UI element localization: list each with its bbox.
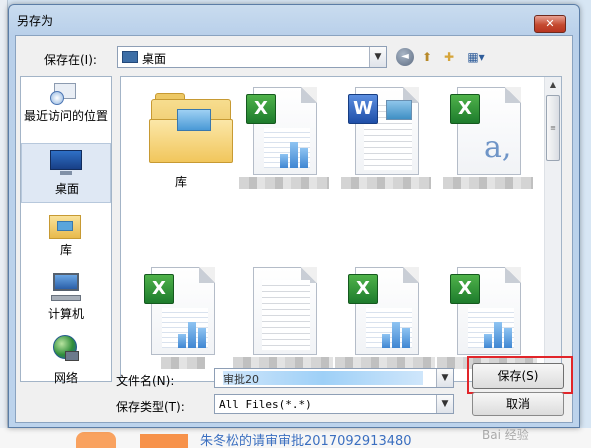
vertical-scrollbar[interactable]: ▲ ≡ ▼ [544,77,561,381]
background-avatar [76,432,116,448]
file-label-redacted [161,357,205,369]
close-icon: ✕ [545,17,555,30]
scroll-up-icon[interactable]: ▲ [545,77,561,93]
new-folder-icon[interactable]: ✚ [440,48,458,66]
file-item[interactable]: X [335,227,435,369]
back-icon[interactable]: ◄ [396,48,414,66]
file-type-value: All Files(*.*) [219,398,312,411]
save-in-combo[interactable]: 桌面 ▼ [117,46,387,68]
file-item[interactable]: 库 [131,81,233,221]
dialog-title: 另存为 [17,14,54,28]
close-button[interactable]: ✕ [534,15,566,33]
file-item[interactable]: a, X [437,81,537,221]
background-link-text: 朱冬松的请审审批20170929​13480 [200,434,412,448]
dialog-body: 保存在(I): 桌面 ▼ ◄ ⬆ ✚ ▦▾ 最近访问的位置 桌面 库 计算机 网… [15,35,573,442]
desktop-icon [50,150,84,176]
place-computer[interactable]: 计算机 [21,271,111,331]
cancel-button[interactable]: 取消 [472,392,564,416]
file-name-label: 文件名(N): [116,374,175,388]
place-label: 网络 [53,371,78,385]
excel-file-icon: X [348,267,419,355]
place-network[interactable]: 网络 [21,333,111,393]
file-item[interactable]: X [437,227,537,369]
scroll-thumb[interactable]: ≡ [546,95,560,161]
computer-icon [51,273,83,303]
file-label-redacted [443,177,533,189]
place-label: 计算机 [47,307,84,321]
libraries-icon [49,211,83,239]
desktop-mini-icon [122,51,138,63]
place-label: 库 [59,243,72,257]
file-item[interactable]: X [131,227,231,369]
place-desktop[interactable]: 桌面 [21,143,111,203]
file-list[interactable]: 库 X W a, X X X X ▲ ≡ [120,76,562,382]
watermark: Bai 经验 [482,428,529,442]
file-type-label: 保存类型(T): [116,400,185,414]
file-label-redacted [239,177,329,189]
word-file-icon: W [348,87,419,175]
chevron-down-icon[interactable]: ▼ [436,369,453,387]
file-label-redacted [341,177,431,189]
dialog-titlebar[interactable]: 另存为 ✕ [9,5,579,35]
network-icon [51,335,81,365]
background-badge [140,434,188,448]
chevron-down-icon[interactable]: ▼ [369,47,386,67]
save-button-highlight [467,356,573,394]
chevron-down-icon[interactable]: ▼ [436,395,453,413]
place-label: 最近访问的位置 [23,109,108,123]
library-folder-icon [149,91,233,163]
background-app-edge [0,0,8,448]
file-label: 库 [174,175,187,189]
place-label: 桌面 [54,182,79,196]
file-type-select[interactable]: All Files(*.*) ▼ [214,394,454,414]
excel-file-icon: X [246,87,317,175]
recent-places-icon [50,83,80,105]
save-in-value: 桌面 [142,52,167,66]
file-item[interactable] [233,227,333,369]
save-in-label: 保存在(I): [44,53,97,67]
excel-text-file-icon: a, X [450,87,521,175]
file-name-value: 审批20 [223,373,259,386]
places-bar: 最近访问的位置 桌面 库 计算机 网络 [20,76,112,385]
views-menu-icon[interactable]: ▦▾ [462,48,490,66]
file-name-input[interactable]: 审批20 ▼ [214,368,454,388]
excel-file-icon: X [450,267,521,355]
excel-file-icon: X [144,267,215,355]
up-folder-icon[interactable]: ⬆ [418,48,436,66]
save-as-dialog: 另存为 ✕ 保存在(I): 桌面 ▼ ◄ ⬆ ✚ ▦▾ 最近访问的位置 桌面 库… [8,4,580,442]
place-libraries[interactable]: 库 [21,207,111,267]
text-file-icon [253,267,317,355]
file-item[interactable]: W [335,81,435,221]
place-recent[interactable]: 最近访问的位置 [21,79,111,139]
file-item[interactable]: X [233,81,333,221]
